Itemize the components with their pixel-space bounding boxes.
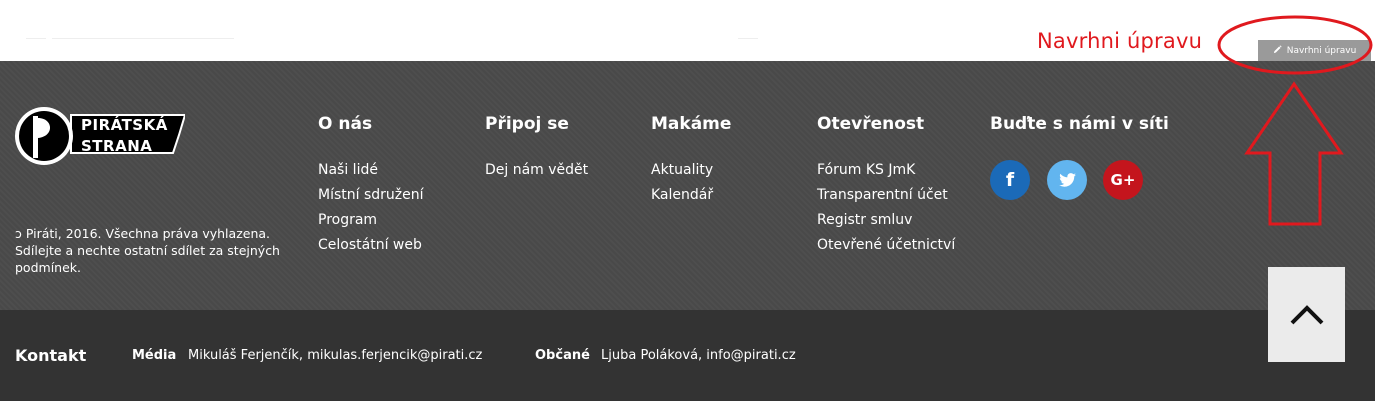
footer-column-links: Fórum KS JmK Transparentní účet Registr … <box>817 158 955 258</box>
divider <box>52 38 234 39</box>
footer-column-links: Naši lidé Místní sdružení Program Celost… <box>318 158 424 258</box>
footer-column-title: Otevřenost <box>817 114 925 134</box>
chevron-up-icon <box>1290 304 1323 324</box>
contact-media-value[interactable]: Mikuláš Ferjenčík, mikulas.ferjencik@pir… <box>188 348 482 363</box>
logo-text-line1: PIRÁTSKÁ <box>81 116 168 134</box>
copyleft-icon: ↄ <box>15 226 22 241</box>
footer-link[interactable]: Fórum KS JmK <box>817 158 955 183</box>
pencil-icon <box>1273 44 1282 57</box>
divider <box>26 38 46 39</box>
pirate-party-logo[interactable]: PIRÁTSKÁ STRANA <box>15 107 190 167</box>
facebook-glyph: f <box>1005 169 1015 191</box>
footer-column-title: O nás <box>318 114 373 134</box>
footer-link[interactable]: Program <box>318 208 424 233</box>
copyright-notice: ↄ Piráti, 2016. Všechna práva vyhlazena.… <box>15 225 300 276</box>
google-plus-glyph: G+ <box>1110 171 1136 189</box>
scroll-to-top-button[interactable] <box>1268 267 1345 362</box>
footer-link[interactable]: Celostátní web <box>318 233 424 258</box>
footer-link[interactable]: Otevřené účetnictví <box>817 233 955 258</box>
pirate-flag-icon <box>33 116 51 158</box>
contact-citizens-label: Občané <box>535 348 590 363</box>
logo-text-line2: STRANA <box>81 137 153 155</box>
footer-link[interactable]: Kalendář <box>651 183 713 208</box>
footer-link[interactable]: Registr smluv <box>817 208 955 233</box>
footer-column-title: Makáme <box>651 114 732 134</box>
twitter-bird-glyph <box>1058 173 1076 187</box>
google-plus-icon[interactable]: G+ <box>1103 160 1143 200</box>
facebook-icon[interactable]: f <box>990 160 1030 200</box>
footer-column-links: Dej nám vědět <box>485 158 588 183</box>
suggest-edit-button[interactable]: Navrhni úpravu <box>1258 40 1371 61</box>
footer-link[interactable]: Aktuality <box>651 158 713 183</box>
footer-column-links: Aktuality Kalendář <box>651 158 713 208</box>
contact-citizens-value[interactable]: Ljuba Poláková, info@pirati.cz <box>601 348 796 363</box>
divider <box>738 38 758 39</box>
footer-column-title: Buďte s námi v síti <box>990 114 1169 134</box>
footer-link[interactable]: Místní sdružení <box>318 183 424 208</box>
annotation-label: Navrhni úpravu <box>1037 29 1203 53</box>
suggest-edit-label: Navrhni úpravu <box>1286 45 1357 56</box>
footer-link[interactable]: Naši lidé <box>318 158 424 183</box>
footer-link[interactable]: Transparentní účet <box>817 183 955 208</box>
footer-column-title: Připoj se <box>485 114 569 134</box>
footer-link[interactable]: Dej nám vědět <box>485 158 588 183</box>
copyright-text: Piráti, 2016. Všechna práva vyhlazena. S… <box>15 226 280 275</box>
contact-title: Kontakt <box>15 346 87 365</box>
contact-media-label: Média <box>132 348 177 363</box>
twitter-icon[interactable] <box>1047 160 1087 200</box>
